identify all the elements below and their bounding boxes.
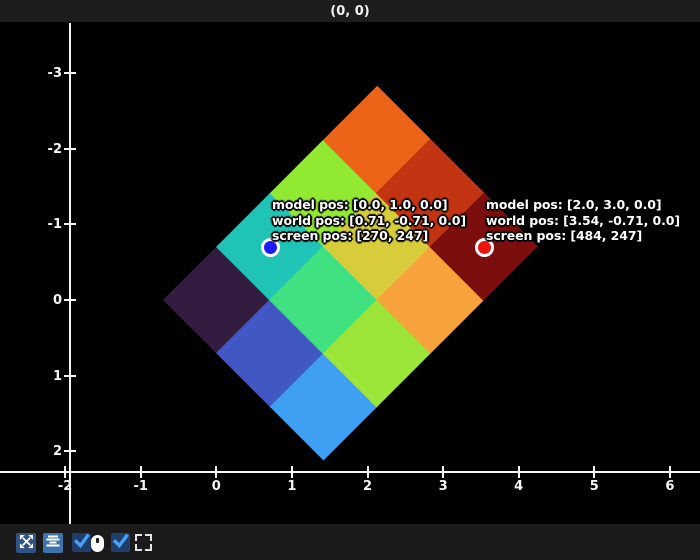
fullscreen-corner [145,544,152,551]
x-axis-tick-label: 6 [650,480,690,493]
arrows-out-icon [19,534,34,553]
red-probe-annotation-text: model pos: [2.0, 3.0, 0.0]world pos: [3.… [486,197,680,244]
y-axis-tick-label: 2 [28,445,62,458]
y-axis-tick [64,148,76,150]
y-axis-tick-label: -3 [28,67,62,80]
x-axis-tick [367,466,369,478]
y-axis-line [69,23,71,524]
annotation-line: model pos: [2.0, 3.0, 0.0] [486,197,680,213]
annotation-line: world pos: [0.71, -0.71, 0.0] [272,213,466,229]
annotation-line: model pos: [0.0, 1.0, 0.0] [272,197,466,213]
y-axis-tick-label: 1 [28,370,62,383]
x-axis-tick-label: 0 [196,480,236,493]
y-axis-tick-label: -2 [28,143,62,156]
center-lines-icon [45,533,61,553]
annotation-line: screen pos: [484, 247] [486,228,680,244]
bottom-toolbar [0,524,700,560]
x-axis-tick [140,466,142,478]
title-bar: (0, 0) [0,0,700,22]
annotation-line: screen pos: [270, 247] [272,228,466,244]
x-axis-tick [442,466,444,478]
x-axis-tick-label: -1 [121,480,161,493]
x-axis-tick-label: 2 [348,480,388,493]
x-axis-tick-label: 4 [499,480,539,493]
checkmark-icon [73,532,90,553]
mouse-scroll-notch [96,538,99,544]
x-axis-tick [291,466,293,478]
fullscreen-corner [135,534,142,541]
center-lines-button[interactable] [43,533,63,553]
x-axis-tick-label: 3 [423,480,463,493]
y-axis-tick-label: 0 [28,294,62,307]
fullscreen-corner [135,544,142,551]
x-axis-tick [64,466,66,478]
x-axis-tick [593,466,595,478]
y-axis-tick [64,450,76,452]
y-axis-tick [64,375,76,377]
x-axis-tick [669,466,671,478]
x-axis-tick-label: -2 [45,480,85,493]
y-axis-tick-label: -1 [28,218,62,231]
y-axis-tick [64,299,76,301]
x-axis-tick-label: 1 [272,480,312,493]
pan-button[interactable] [16,533,36,553]
y-axis-tick [64,223,76,225]
x-axis-tick [518,466,520,478]
mouse-probe-checkbox[interactable] [72,533,91,552]
checkmark-icon [112,532,129,553]
plot-canvas[interactable]: -2 -1 0 1 2 3 4 5 6 -3 -2 -1 0 1 2 model pos: [0.0, 1.… [0,22,700,524]
x-axis-tick [215,466,217,478]
plot-viewer-window: (0, 0) -2 -1 0 1 2 3 4 5 6 -3 -2 -1 0 1 2 model pos: [… [0,0,700,560]
plot-title: (0, 0) [330,4,369,19]
blue-probe-annotation-text: model pos: [0.0, 1.0, 0.0]world pos: [0.… [272,197,466,244]
x-axis-tick-label: 5 [574,480,614,493]
annotation-line: world pos: [3.54, -0.71, 0.0] [486,213,680,229]
fullscreen-corner [145,534,152,541]
fullscreen-icon[interactable] [135,534,152,551]
mouse-icon[interactable] [91,535,104,552]
rotated-heatmap-grid [163,86,537,460]
y-axis-tick [64,72,76,74]
fullscreen-checkbox[interactable] [111,533,130,552]
